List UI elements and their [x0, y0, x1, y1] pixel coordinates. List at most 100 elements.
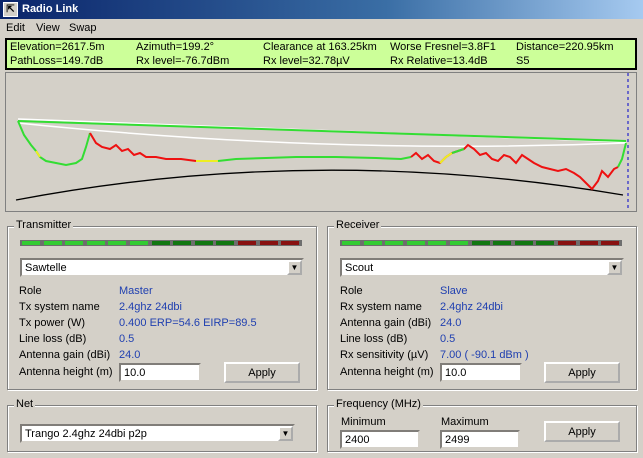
tx-antenna-gain-value: 24.0 [119, 349, 141, 361]
frequency-max-input[interactable] [440, 430, 520, 449]
signal-meter-segment [363, 241, 382, 245]
frequency-legend: Frequency (MHz) [334, 398, 423, 410]
frequency-min-label: Minimum [341, 416, 386, 428]
tx-apply-button[interactable]: Apply [224, 362, 300, 383]
rx-antenna-gain-label: Antenna gain (dBi) [340, 317, 432, 329]
tx-role-label: Role [19, 285, 42, 297]
tx-system-name-label: Tx system name [19, 301, 100, 313]
frequency-apply-button[interactable]: Apply [544, 421, 620, 442]
transmitter-legend: Transmitter [14, 219, 74, 231]
chevron-down-icon[interactable]: ▼ [287, 260, 302, 275]
tx-power-value: 0.400 ERP=54.6 EIRP=89.5 [119, 317, 257, 329]
signal-meter-segment [65, 241, 84, 245]
menu-swap[interactable]: Swap [69, 22, 97, 34]
signal-meter-segment [428, 241, 447, 245]
tx-line-loss-value: 0.5 [119, 333, 135, 345]
info-path-loss: PathLoss=149.7dB [10, 55, 104, 67]
terrain-profile-view[interactable] [5, 72, 637, 212]
signal-meter-segment [558, 241, 576, 245]
tx-site-selected: Sawtelle [25, 262, 67, 274]
frequency-group: Frequency (MHz) Minimum Maximum Apply [327, 398, 637, 452]
signal-meter-segment [173, 241, 192, 245]
signal-meter-segment [259, 241, 278, 245]
signal-meter-segment [194, 241, 213, 245]
rx-antenna-gain-value: 24.0 [440, 317, 462, 329]
rx-apply-button[interactable]: Apply [544, 362, 620, 383]
tx-signal-meter [20, 240, 302, 246]
terrain-obstructed-right [410, 143, 619, 191]
terrain-marginal-right [439, 152, 453, 164]
rx-system-name-label: Rx system name [340, 301, 422, 313]
terrain-profile-graph [15, 73, 629, 211]
signal-meter-segment [601, 241, 620, 245]
signal-meter-segment [151, 241, 170, 245]
rx-role-value: Slave [440, 285, 468, 297]
earth-curvature-line [15, 169, 624, 201]
tx-antenna-gain-label: Antenna gain (dBi) [19, 349, 111, 361]
rx-role-label: Role [340, 285, 363, 297]
net-dropdown[interactable]: Trango 2.4ghz 24dbi p2p ▼ [20, 424, 295, 443]
net-group: Net Trango 2.4ghz 24dbi p2p ▼ [7, 398, 317, 452]
info-distance: Distance=220.95km [516, 41, 614, 53]
info-elevation: Elevation=2617.5m [10, 41, 105, 53]
signal-meter-segment [238, 241, 256, 245]
info-rx-level-dbm: Rx level=-76.7dBm [136, 55, 230, 67]
signal-meter-segment [471, 241, 490, 245]
tx-antenna-height-input[interactable] [119, 363, 201, 382]
chevron-down-icon[interactable]: ▼ [278, 426, 293, 441]
receiver-group: Receiver Scout ▼ Role Slave Rx system na… [327, 219, 637, 390]
rx-line-loss-value: 0.5 [440, 333, 456, 345]
info-rx-level-uv: Rx level=32.78µV [263, 55, 350, 67]
signal-meter-segment [281, 241, 300, 245]
transmitter-group: Transmitter Sawtelle ▼ Role Master Tx sy… [7, 219, 317, 390]
receiver-legend: Receiver [334, 219, 382, 231]
radio-link-app-icon[interactable]: ⇱ [3, 2, 18, 17]
rx-antenna-height-label: Antenna height (m) [340, 366, 434, 378]
signal-meter-segment [385, 241, 404, 245]
net-legend: Net [14, 398, 36, 410]
signal-meter-segment [406, 241, 425, 245]
rx-signal-meter [340, 240, 622, 246]
menu-edit[interactable]: Edit [6, 22, 25, 34]
tx-line-loss-label: Line loss (dB) [19, 333, 87, 345]
rx-sensitivity-label: Rx sensitivity (µV) [340, 349, 429, 361]
signal-meter-segment [130, 241, 148, 245]
signal-meter-segment [342, 241, 360, 245]
tx-system-name-value: 2.4ghz 24dbi [119, 301, 182, 313]
signal-meter-segment [493, 241, 512, 245]
rx-site-selected: Scout [345, 262, 374, 274]
signal-meter-segment [450, 241, 468, 245]
rx-antenna-height-input[interactable] [440, 363, 522, 382]
info-azimuth: Azimuth=199.2° [136, 41, 215, 53]
frequency-max-label: Maximum [441, 416, 489, 428]
rx-sensitivity-value: 7.00 ( -90.1 dBm ) [440, 349, 529, 361]
title-bar: ⇱ Radio Link [0, 0, 643, 19]
rx-system-name-value: 2.4ghz 24dbi [440, 301, 503, 313]
frequency-min-input[interactable] [340, 430, 420, 449]
tx-site-dropdown[interactable]: Sawtelle ▼ [20, 258, 304, 277]
rx-site-dropdown[interactable]: Scout ▼ [340, 258, 624, 277]
signal-meter-segment [43, 241, 62, 245]
signal-meter-segment [514, 241, 533, 245]
signal-meter-segment [108, 241, 127, 245]
tx-power-label: Tx power (W) [19, 317, 85, 329]
info-rx-relative: Rx Relative=13.4dB [390, 55, 488, 67]
terrain-clear-left [17, 120, 91, 167]
tx-role-value: Master [119, 285, 153, 297]
info-s-meter: S5 [516, 55, 530, 67]
menu-view[interactable]: View [36, 22, 60, 34]
link-info-panel: Elevation=2617.5m Azimuth=199.2° Clearan… [5, 38, 637, 70]
fresnel-zone-lower [17, 122, 627, 148]
terrain-clear-mid [217, 156, 412, 162]
info-clearance: Clearance at 163.25km [263, 41, 377, 53]
net-selected: Trango 2.4ghz 24dbi p2p [25, 428, 147, 440]
window-title: Radio Link [22, 3, 79, 15]
chevron-down-icon[interactable]: ▼ [607, 260, 622, 275]
tx-antenna-height-label: Antenna height (m) [19, 366, 113, 378]
terrain-marginal-left [35, 150, 41, 158]
signal-meter-segment [22, 241, 40, 245]
signal-meter-segment [579, 241, 598, 245]
signal-meter-segment [216, 241, 235, 245]
menu-bar: Edit View Swap [0, 19, 643, 37]
info-worse-fresnel: Worse Fresnel=3.8F1 [390, 41, 496, 53]
